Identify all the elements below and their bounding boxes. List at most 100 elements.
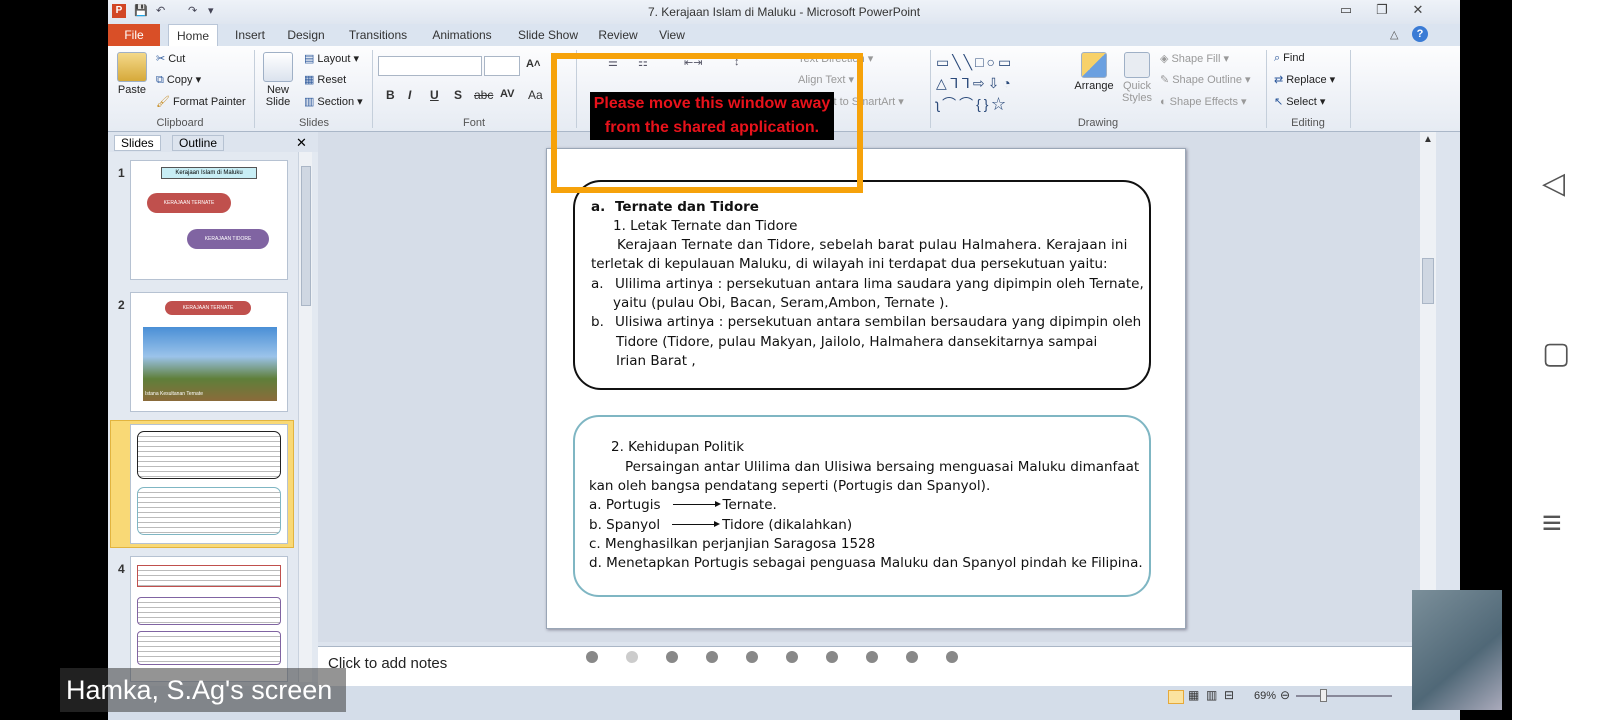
sub-heading: 1. Letak Ternate dan Tidore xyxy=(613,218,798,234)
restore-button[interactable]: ❐ xyxy=(1368,2,1396,20)
list-item-text: c. Menghasilkan perjanjian Saragosa 1528 xyxy=(589,536,876,552)
thumb-box xyxy=(137,487,281,535)
close-button[interactable]: ✕ xyxy=(1404,2,1432,20)
effects-icon: ◐ xyxy=(1160,96,1167,108)
slide-thumbnail-1[interactable]: Kerajaan Islam di Maluku KERAJAAN TERNAT… xyxy=(130,160,288,280)
scroll-thumb[interactable] xyxy=(1422,258,1434,304)
cursor-icon: ↖ xyxy=(1274,96,1284,108)
tab-animations[interactable]: Animations xyxy=(424,24,500,46)
strikethrough-button[interactable]: abc xyxy=(474,88,493,102)
scroll-thumb[interactable] xyxy=(301,166,311,306)
underline-button[interactable]: U xyxy=(430,88,439,102)
camera-thumbnail[interactable] xyxy=(1412,590,1502,710)
reset-button[interactable]: ▦ Reset xyxy=(304,73,346,86)
normal-view-icon[interactable] xyxy=(1168,690,1184,704)
shapes-gallery[interactable]: ▭╲╲□○▭ △ᒣᒣ⇨⇩◔ ʅ⌒⌒{}☆ xyxy=(936,52,1060,118)
thumb-oval: KERAJAAN TERNATE xyxy=(147,193,231,213)
shape-outline-button[interactable]: ✎ Shape Outline ▾ xyxy=(1160,73,1251,86)
list-item-portugis: a. Portugis Ternate. xyxy=(589,497,777,513)
list-item-text: Irian Barat , xyxy=(616,353,696,369)
minimize-button[interactable]: ▭ xyxy=(1332,2,1360,20)
change-case-button[interactable]: Aa xyxy=(528,88,543,102)
character-spacing-button[interactable]: AV xyxy=(500,88,514,100)
italic-button[interactable]: I xyxy=(408,88,411,102)
minimize-ribbon-icon[interactable]: △ xyxy=(1390,28,1398,41)
zoom-slider[interactable] xyxy=(1296,695,1392,697)
menu-icon[interactable]: ≡ xyxy=(1542,504,1562,543)
replace-button[interactable]: ⇄ Replace ▾ xyxy=(1274,73,1335,86)
tab-transitions[interactable]: Transitions xyxy=(340,24,416,46)
zoom-out-icon[interactable]: ⊖ xyxy=(1280,688,1290,702)
slide-thumbnail-2[interactable]: KERAJAAN TERNATE Istana Kesultanan Terna… xyxy=(130,292,288,412)
arrow-icon xyxy=(672,501,721,507)
list-item-text: Tidore (dikalahkan) xyxy=(722,517,853,533)
cut-button[interactable]: ✂ Cut xyxy=(156,52,185,65)
font-name-combo[interactable] xyxy=(378,56,482,76)
slide-thumbnail-3[interactable] xyxy=(130,424,288,544)
slide-sorter-icon[interactable]: ▦ xyxy=(1188,688,1199,702)
list-item-text: d. Menetapkan Portugis sebagai penguasa … xyxy=(589,555,1143,571)
zoom-level[interactable]: 69% xyxy=(1254,690,1276,702)
copy-button[interactable]: ⧉ Copy ▾ xyxy=(156,73,201,87)
shape-effects-button[interactable]: ◐ Shape Effects ▾ xyxy=(1160,95,1247,108)
divider xyxy=(254,50,255,128)
cut-label: Cut xyxy=(168,53,186,65)
tab-insert[interactable]: Insert xyxy=(226,24,274,46)
tab-slides[interactable]: Slides xyxy=(114,135,161,151)
slide-canvas[interactable]: a. Ternate dan Tidore 1. Letak Ternate d… xyxy=(546,148,1186,629)
powerpoint-window: P 💾 ↶ ↷ ▾ 7. Kerajaan Islam di Maluku - … xyxy=(108,0,1460,720)
slide-thumbnail-4[interactable] xyxy=(130,556,288,682)
grow-font-icon[interactable]: A˄ xyxy=(526,58,540,70)
tab-view[interactable]: View xyxy=(650,24,694,46)
divider xyxy=(930,50,931,128)
tab-outline[interactable]: Outline xyxy=(172,135,225,151)
tab-slide-show[interactable]: Slide Show xyxy=(510,24,586,46)
close-pane-icon[interactable]: ✕ xyxy=(296,135,307,151)
bold-button[interactable]: B xyxy=(386,88,395,102)
format-painter-label: Format Painter xyxy=(172,96,246,108)
thumb-box xyxy=(137,631,281,665)
select-button[interactable]: ↖ Select ▾ xyxy=(1274,95,1325,108)
zoom-thumb[interactable] xyxy=(1320,689,1327,702)
font-size-combo[interactable] xyxy=(484,56,520,76)
scroll-up-icon[interactable]: ▲ xyxy=(1423,134,1433,145)
new-slide-label: New Slide xyxy=(265,84,291,108)
share-warning-text: Please move this window away from the sh… xyxy=(590,92,834,140)
help-icon[interactable]: ? xyxy=(1412,26,1428,42)
pencil-icon: ✎ xyxy=(1160,74,1170,86)
thumb-oval: KERAJAAN TERNATE xyxy=(165,301,251,315)
shape-outline-label: Shape Outline xyxy=(1172,74,1242,86)
tab-design[interactable]: Design xyxy=(282,24,330,46)
section-heading: Ternate dan Tidore xyxy=(615,199,759,215)
text-shadow-button[interactable]: S xyxy=(454,88,462,102)
arrange-label: Arrange xyxy=(1074,80,1114,92)
tab-file[interactable]: File xyxy=(108,24,160,46)
new-slide-button[interactable]: New Slide xyxy=(260,52,296,108)
quick-styles-button[interactable]: Quick Styles xyxy=(1120,52,1154,104)
presenter-caption: Hamka, S.Ag's screen xyxy=(60,668,346,712)
format-painter-button[interactable]: 🖌 Format Painter xyxy=(156,95,246,108)
slideshow-icon[interactable]: ⊟ xyxy=(1224,688,1234,702)
scissors-icon: ✂ xyxy=(156,53,166,65)
page-dot xyxy=(626,651,638,663)
title-bar: P 💾 ↶ ↷ ▾ 7. Kerajaan Islam di Maluku - … xyxy=(108,0,1460,24)
back-icon[interactable]: ◁ xyxy=(1542,166,1565,201)
arrange-button[interactable]: Arrange xyxy=(1072,52,1116,92)
list-item-text: yaitu (pulau Obi, Bacan, Seram,Ambon, Te… xyxy=(613,295,949,311)
tab-home[interactable]: Home xyxy=(168,24,218,46)
reading-view-icon[interactable]: ▥ xyxy=(1206,688,1217,702)
android-nav-bar: ◁ ▢ ≡ xyxy=(1512,0,1600,720)
tab-review[interactable]: Review xyxy=(594,24,642,46)
list-letter: b. xyxy=(591,314,604,330)
paintbrush-icon: 🖌 xyxy=(156,96,170,108)
quick-styles-label: Quick Styles xyxy=(1122,80,1152,104)
slides-group-label: Slides xyxy=(299,117,329,129)
layout-button[interactable]: ▤ Layout ▾ xyxy=(304,52,359,65)
section-button[interactable]: ▥ Section ▾ xyxy=(304,95,363,108)
home-icon[interactable]: ▢ xyxy=(1542,336,1570,371)
shape-fill-button[interactable]: ◈ Shape Fill ▾ xyxy=(1160,52,1229,65)
editor-scrollbar[interactable]: ▲ xyxy=(1420,132,1436,642)
find-button[interactable]: ⌕ Find xyxy=(1274,52,1305,65)
paste-button[interactable]: Paste xyxy=(116,52,148,96)
pane-scrollbar[interactable] xyxy=(298,152,312,682)
